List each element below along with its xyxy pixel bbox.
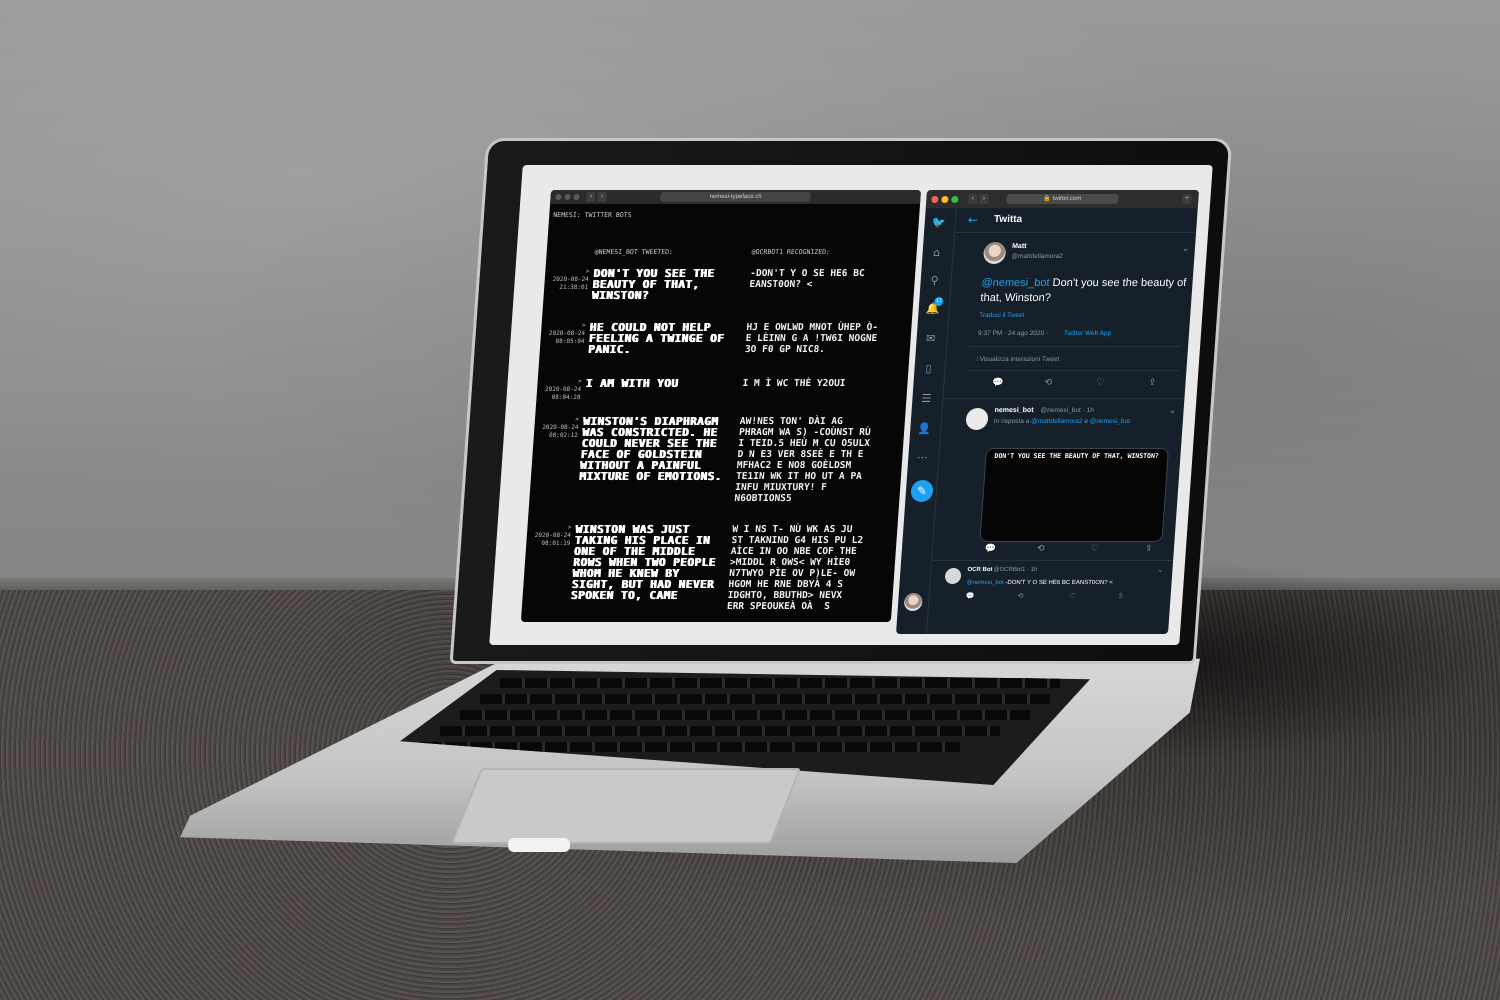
view-activity-link[interactable]: ⫶ Visualizza interazioni Tweet	[976, 356, 1060, 364]
reply-icon[interactable]: 💬	[985, 544, 997, 554]
tweet-text: He could not help feeling a twinge of pa…	[587, 321, 725, 356]
ocr-text: W I NS T- NÙ WK AS JU ST TAKNIND G4 HIS …	[726, 524, 864, 612]
address-bar[interactable]: 🔒 twitter.com	[1006, 194, 1119, 204]
mention-link[interactable]: @nemesi_bot	[981, 277, 1050, 289]
reply-author-name[interactable]: nemesi_bot	[994, 407, 1033, 414]
reply-user-link[interactable]: @mattdellamora2	[1031, 418, 1083, 425]
chevron-down-icon[interactable]: ⌄	[1157, 566, 1163, 574]
share-icon[interactable]: ⇪	[1117, 592, 1123, 600]
page-title: NEMESI: TWITTER BOTS	[553, 211, 632, 219]
mention-link[interactable]: @nemesi_bot	[966, 580, 1004, 586]
reply2-author-name[interactable]: OCR Bot	[967, 567, 992, 573]
back-icon[interactable]: ‹	[586, 192, 596, 202]
ocr-text: -DON'T Y O SE HE6 BC EANST0ON? <	[749, 268, 865, 290]
lid-notch	[508, 838, 570, 852]
minimize-dot[interactable]	[564, 194, 571, 200]
timestamp: > 2020-08-24 08:04:28	[544, 378, 582, 401]
zoom-dot[interactable]	[573, 194, 580, 200]
tweet-media-image[interactable]: Don't you see the beauty of that, Winsto…	[979, 448, 1169, 542]
share-icon[interactable]: ⇪	[1148, 378, 1156, 388]
tweet-body: @nemesi_bot Don't you see the beauty of …	[980, 276, 1187, 306]
ocr-bot-avatar[interactable]	[944, 568, 962, 584]
twitter-browser-window: ‹ › 🔒 twitter.com + 🐦 ⌂ ⚲ 🔔 17 ✉ ▯ ☰ 👤 ⋯…	[895, 190, 1200, 634]
account-avatar[interactable]	[903, 593, 923, 611]
twitter-logo-icon[interactable]: 🐦	[931, 216, 946, 230]
divider	[943, 398, 1185, 399]
avatar[interactable]	[982, 242, 1007, 264]
messages-icon[interactable]: ✉	[923, 332, 938, 346]
like-icon[interactable]: ♡	[1069, 592, 1076, 600]
reply-icon[interactable]: 💬	[965, 592, 974, 600]
back-arrow-icon[interactable]: ←	[967, 213, 978, 227]
media-text: Don't you see the beauty of that, Winsto…	[994, 452, 1160, 460]
translate-link[interactable]: Traduci il Tweet	[979, 312, 1025, 319]
forward-icon[interactable]: ›	[979, 194, 989, 204]
home-icon[interactable]: ⌂	[929, 246, 944, 260]
chevron-down-icon[interactable]: ⌄	[1182, 244, 1190, 254]
forward-icon[interactable]: ›	[597, 192, 607, 202]
nemesi-bot-avatar[interactable]	[965, 408, 989, 430]
nemesi-browser-window: ‹ › nemesi-typeface.ch NEMESI: TWITTER B…	[520, 190, 922, 622]
reply-user-link[interactable]: @nemesi_bot	[1089, 418, 1130, 425]
tweet-text: Winston's diaphragm was constricted. He …	[578, 415, 722, 483]
tweet-source[interactable]: Twitter Web App	[1064, 330, 1112, 337]
tweet-text: Don't you see the beauty of that, Winsto…	[591, 267, 715, 302]
tweet-timestamp[interactable]: 9:37 PM · 24 ago 2020 ·	[978, 330, 1049, 337]
reply2-body: @nemesi_bot -DON'T Y O SE HE6 BC EANST0O…	[966, 580, 1113, 586]
timestamp: > 2020-08-24 21:38:01	[552, 268, 590, 291]
divider	[969, 346, 1182, 347]
minimize-dot[interactable]	[941, 196, 949, 203]
share-icon[interactable]: ⇪	[1145, 544, 1153, 554]
col-header-tweeted: @NEMESI_BOT TWEETED:	[594, 248, 674, 256]
reply-handle-time[interactable]: @nemesi_bot · 1h	[1040, 407, 1094, 414]
timestamp: > 2020-08-24 08:05:04	[548, 322, 586, 345]
retweet-icon[interactable]: ⟲	[1017, 592, 1023, 600]
key-row	[480, 694, 1050, 704]
back-icon[interactable]: ‹	[968, 194, 978, 204]
search-icon[interactable]: ⚲	[927, 274, 942, 288]
like-icon[interactable]: ♡	[1096, 378, 1105, 388]
in-reply-to: In risposta a @mattdellamora2 e @nemesi_…	[993, 418, 1131, 425]
retweet-icon[interactable]: ⟲	[1037, 544, 1045, 554]
zoom-dot[interactable]	[951, 196, 959, 203]
close-dot[interactable]	[931, 196, 939, 203]
tweet-text: Winston was just taking his place in one…	[570, 523, 716, 602]
lists-icon[interactable]: ☰	[919, 392, 934, 406]
close-dot[interactable]	[555, 194, 562, 200]
compose-tweet-icon[interactable]: ✎	[910, 480, 934, 502]
browser-titlebar: ‹ › 🔒 twitter.com +	[925, 190, 1200, 208]
trackpad	[450, 768, 802, 844]
key-row	[440, 726, 1000, 736]
timestamp: > 2020-08-24 08:02:12	[542, 416, 580, 439]
tweet-text: I am with you	[585, 377, 679, 390]
ocr-text: I M Ì WC THÈ Y2OUI	[742, 378, 846, 389]
notification-badge: 17	[933, 297, 944, 306]
laptop-shadow	[1160, 560, 1500, 760]
key-row	[460, 710, 1030, 720]
col-header-recognized: @OCRBOT1 RECOGNIZED:	[751, 248, 831, 256]
laptop-screen: ‹ › nemesi-typeface.ch NEMESI: TWITTER B…	[489, 165, 1213, 645]
chevron-down-icon[interactable]: ⌄	[1168, 406, 1176, 416]
header-title: Twitta	[993, 214, 1023, 225]
divider	[932, 560, 1174, 561]
retweet-icon[interactable]: ⟲	[1044, 378, 1052, 388]
ocr-text: AW!NES TON' DÀI AG PHRAGM WA S) -COÙNST …	[734, 416, 872, 504]
profile-icon[interactable]: 👤	[917, 422, 932, 436]
author-name[interactable]: Matt	[1012, 243, 1027, 250]
reply2-handle-time[interactable]: @OCRBot1 · 1h	[993, 567, 1037, 573]
browser-titlebar: ‹ › nemesi-typeface.ch	[550, 190, 922, 204]
author-handle[interactable]: @mattdellamora2	[1011, 253, 1063, 260]
more-icon[interactable]: ⋯	[915, 451, 930, 465]
address-bar[interactable]: nemesi-typeface.ch	[660, 192, 811, 202]
reply-icon[interactable]: 💬	[992, 378, 1004, 388]
tweet-thread: ← Twitta Matt @mattdellamora2 ⌄ @nemesi_…	[927, 208, 1198, 634]
bookmarks-icon[interactable]: ▯	[921, 362, 936, 376]
ocr-text: HJ E OWLWD MNOT ÙHEP Ò- E LÈINN G A !TW6…	[744, 322, 879, 355]
divider	[967, 370, 1180, 371]
key-row	[500, 678, 1060, 688]
timestamp: > 2020-08-24 08:01:19	[534, 524, 572, 547]
thread-header: ← Twitta	[955, 208, 1198, 233]
new-tab-icon[interactable]: +	[1182, 194, 1192, 204]
like-icon[interactable]: ♡	[1091, 544, 1100, 554]
